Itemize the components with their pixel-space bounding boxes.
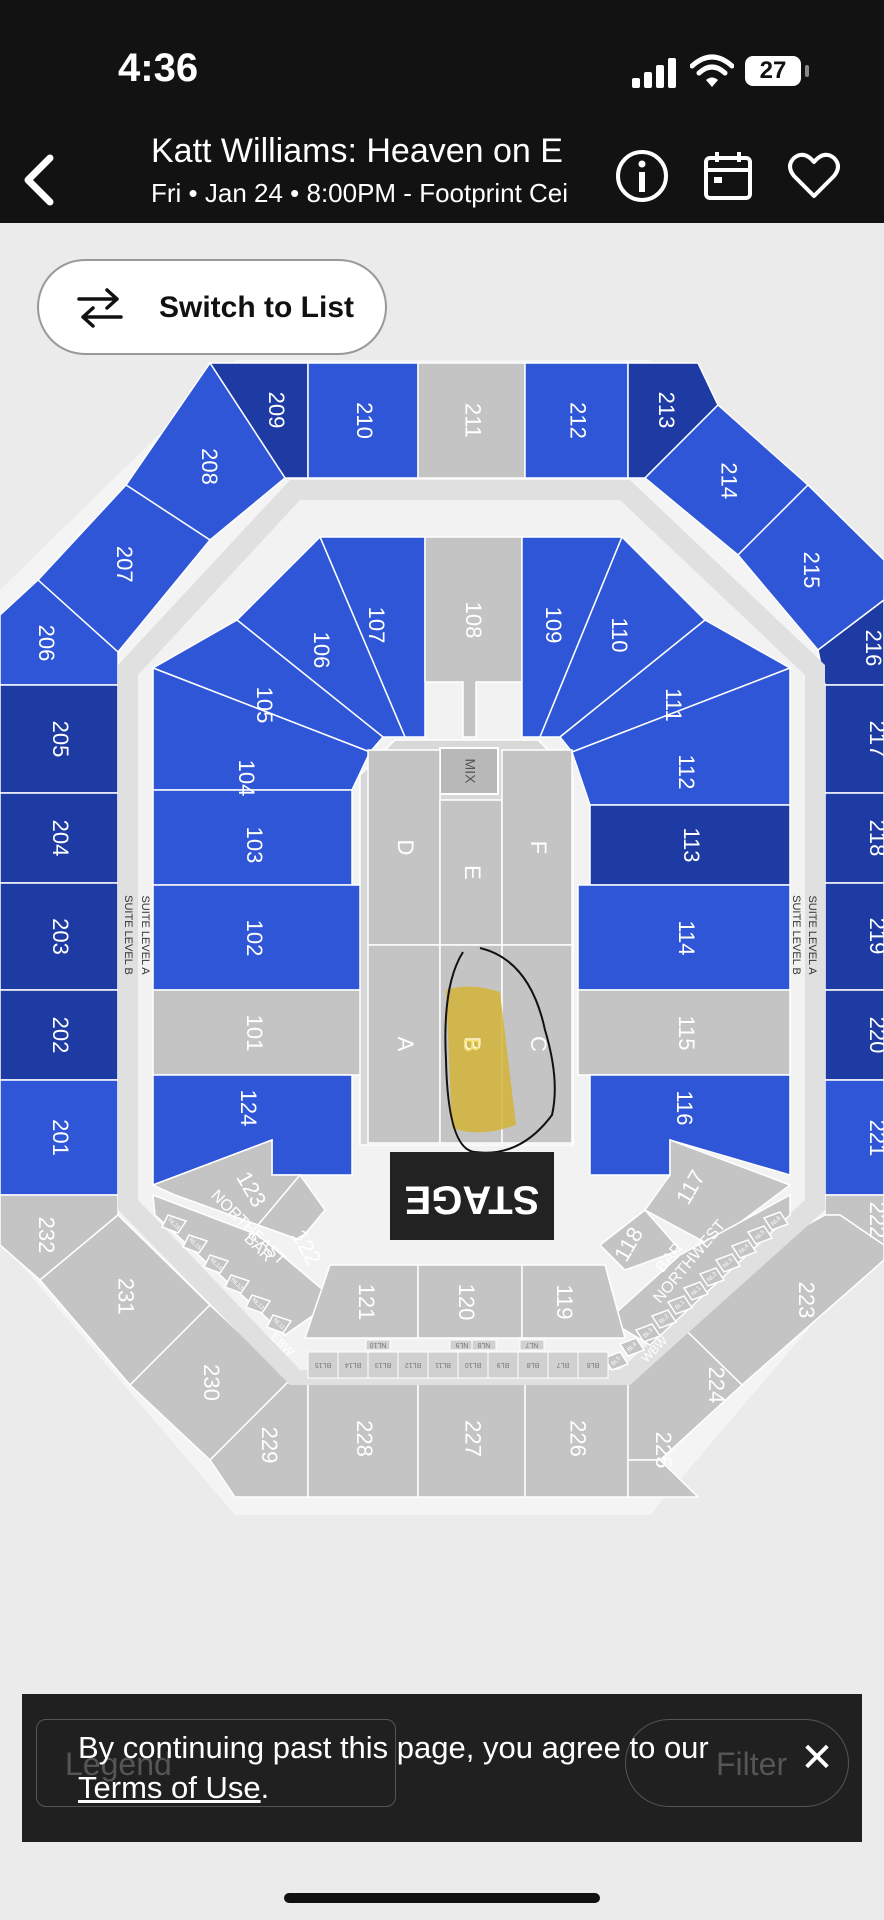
box-label-NL9: NL9 [455, 1341, 468, 1348]
section-label-221: 221 [865, 1120, 884, 1157]
box-label-BL14: BL14 [345, 1361, 361, 1368]
floor-label-F: F [526, 841, 551, 854]
section-label-231: 231 [114, 1278, 139, 1315]
suite-level-a-right-label: SUITE LEVEL A [806, 895, 818, 975]
section-label-223: 223 [794, 1282, 819, 1319]
section-label-216: 216 [861, 630, 884, 667]
suite-level-b-right-label: SUITE LEVEL B [790, 895, 802, 975]
calendar-icon[interactable] [698, 146, 758, 206]
section-label-105: 105 [252, 687, 277, 724]
section-label-121: 121 [354, 1284, 379, 1321]
section-label-219: 219 [865, 918, 884, 955]
status-bar: 4:36 27 [0, 0, 884, 130]
event-subtitle: Fri • Jan 24 • 8:00PM - Footprint Cei [151, 178, 569, 208]
battery-icon: 27 [745, 56, 809, 86]
stage-label: STAGE [405, 1177, 540, 1221]
seat-map: 209 210 211 212 213 208 207 206 205 204 203 202 201 2… [0, 360, 884, 1515]
box-label-NL10: NL10 [370, 1341, 387, 1348]
section-label-232: 232 [34, 1217, 59, 1254]
terms-of-use-link[interactable]: Terms of Use [78, 1770, 261, 1805]
section-label-211: 211 [461, 403, 486, 438]
floor-label-D: D [393, 840, 418, 856]
section-label-108: 108 [461, 602, 486, 639]
section-label-203: 203 [48, 918, 73, 955]
section-label-113: 113 [679, 827, 704, 862]
section-label-227: 227 [461, 1420, 486, 1457]
section-label-103: 103 [242, 827, 267, 864]
switch-to-list-button[interactable]: Switch to List [37, 259, 387, 355]
suite-level-b-left-label: SUITE LEVEL B [122, 895, 134, 975]
section-label-104: 104 [234, 760, 259, 797]
box-label-BL10: BL10 [465, 1361, 481, 1368]
section-label-111: 111 [661, 688, 686, 721]
section-label-204: 204 [48, 820, 73, 857]
swap-arrows-icon [77, 288, 123, 328]
section-label-209: 209 [264, 392, 289, 429]
section-label-222: 222 [865, 1202, 884, 1239]
suite-level-a-left-label: SUITE LEVEL A [139, 895, 151, 975]
event-header: Katt Williams: Heaven on E Fri • Jan 24 … [0, 130, 884, 223]
event-title: Katt Williams: Heaven on E [151, 132, 563, 170]
back-arrow-icon[interactable] [18, 140, 78, 210]
section-label-124: 124 [236, 1090, 261, 1127]
section-label-107: 107 [364, 607, 389, 644]
switch-to-list-label: Switch to List [159, 291, 354, 324]
section-label-207: 207 [112, 546, 137, 583]
section-label-215: 215 [799, 552, 824, 589]
box-label-NL8: NL8 [477, 1341, 490, 1348]
section-label-109: 109 [541, 607, 566, 644]
section-label-212: 212 [566, 402, 591, 439]
home-indicator [284, 1893, 600, 1903]
section-label-229: 229 [257, 1427, 282, 1464]
section-label-217: 217 [865, 721, 884, 758]
section-label-225: 225 [651, 1432, 676, 1469]
section-label-213: 213 [654, 392, 679, 429]
terms-text: By continuing past this page, you agree … [78, 1730, 709, 1805]
mix-label: MIX [462, 759, 478, 785]
section-label-119: 119 [552, 1284, 577, 1319]
status-time: 4:36 [118, 46, 199, 90]
section-label-101: 101 [242, 1015, 267, 1052]
box-label-NL7: NL7 [525, 1341, 538, 1348]
floor-label-highlight: B [459, 1038, 484, 1053]
section-label-226: 226 [566, 1420, 591, 1457]
section-label-112: 112 [674, 754, 699, 789]
section-label-116: 116 [672, 1090, 697, 1125]
box-label-BL8: BL8 [527, 1361, 540, 1368]
section-label-102: 102 [242, 920, 267, 957]
section-label-201: 201 [48, 1119, 73, 1156]
section-label-205: 205 [48, 721, 73, 758]
floor-label-A: A [393, 1037, 418, 1052]
section-label-110: 110 [607, 617, 632, 652]
section-label-206: 206 [34, 625, 59, 662]
floor-label-E: E [460, 865, 485, 880]
close-icon[interactable]: ✕ [797, 1738, 837, 1778]
box-label-BL15: BL15 [315, 1361, 331, 1368]
box-label-BL11: BL11 [435, 1361, 451, 1368]
section-label-224: 224 [704, 1367, 729, 1404]
section-label-218: 218 [865, 820, 884, 857]
section-label-202: 202 [48, 1017, 73, 1054]
info-icon[interactable] [612, 146, 672, 206]
box-label-BL7: BL7 [557, 1361, 570, 1368]
section-label-230: 230 [199, 1364, 224, 1401]
wifi-icon [690, 54, 734, 87]
terms-banner: Legend Filter By continuing past this pa… [22, 1694, 862, 1842]
section-label-115: 115 [674, 1015, 699, 1050]
section-label-208: 208 [197, 448, 222, 485]
box-label-BL12: BL12 [405, 1361, 421, 1368]
section-label-114: 114 [674, 920, 699, 955]
heart-icon[interactable] [784, 146, 844, 206]
box-label-BL13: BL13 [375, 1361, 391, 1368]
signal-icon [632, 58, 676, 88]
section-label-210: 210 [352, 402, 377, 439]
section-label-220: 220 [865, 1017, 884, 1054]
floor-label-C: C [526, 1036, 551, 1052]
box-label-BL9: BL9 [497, 1361, 510, 1368]
section-label-228: 228 [352, 1420, 377, 1457]
section-label-120: 120 [454, 1284, 479, 1321]
box-label-BL6: BL6 [587, 1361, 600, 1368]
section-label-214: 214 [716, 462, 741, 499]
section-label-106: 106 [309, 632, 334, 669]
